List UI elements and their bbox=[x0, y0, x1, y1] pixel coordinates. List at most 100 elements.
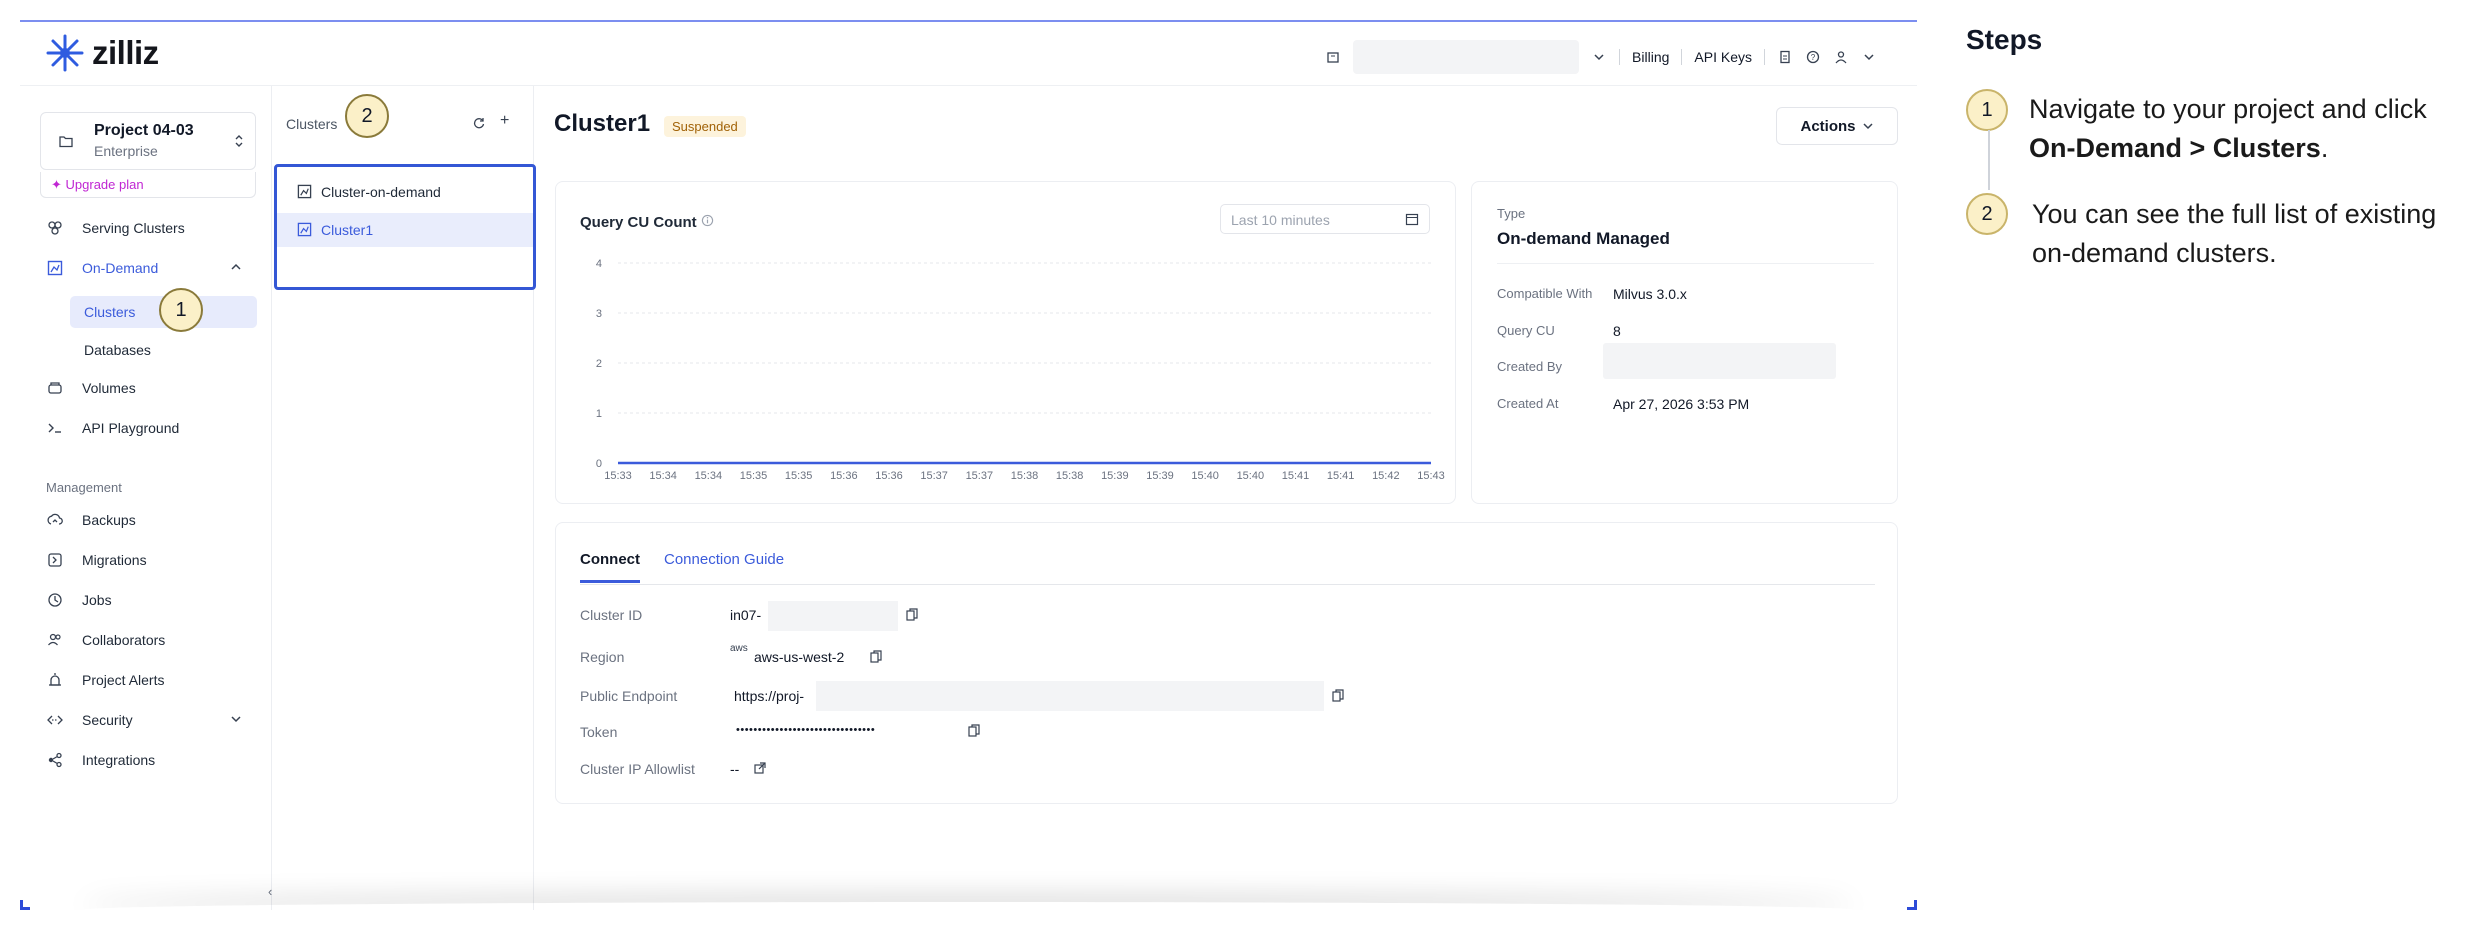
sidebar-item-api-playground[interactable]: API Playground bbox=[20, 412, 272, 444]
security-icon bbox=[47, 712, 63, 728]
x-tick-label: 15:37 bbox=[966, 470, 994, 482]
cluster-id-label: Cluster ID bbox=[580, 607, 643, 623]
created-at-value: Apr 27, 2026 3:53 PM bbox=[1613, 396, 1750, 412]
app-window: zilliz Billing API Keys ? Project 04-03 … bbox=[20, 20, 1917, 910]
steps-panel: Steps 1 Navigate to your project and cli… bbox=[1966, 0, 2467, 936]
sidebar-item-label: Project Alerts bbox=[82, 672, 165, 688]
cluster-item-cluster1[interactable]: Cluster1 bbox=[277, 213, 533, 247]
x-tick-label: 15:35 bbox=[785, 470, 813, 482]
sidebar-subitem-label: Databases bbox=[84, 342, 151, 358]
refresh-icon[interactable] bbox=[472, 116, 486, 135]
time-range-placeholder: Last 10 minutes bbox=[1231, 212, 1330, 228]
sidebar-item-integrations[interactable]: Integrations bbox=[20, 744, 272, 776]
help-icon[interactable]: ? bbox=[1805, 49, 1821, 65]
copy-icon[interactable] bbox=[870, 650, 882, 664]
annotation-badge-2: 2 bbox=[345, 94, 389, 138]
step-number-2: 2 bbox=[1966, 193, 2008, 235]
time-range-picker[interactable]: Last 10 minutes bbox=[1220, 204, 1430, 234]
sidebar-item-volumes[interactable]: Volumes bbox=[20, 372, 272, 404]
cluster-item-label: Cluster-on-demand bbox=[321, 184, 441, 200]
sidebar-item-label: Security bbox=[82, 712, 133, 728]
info-icon[interactable] bbox=[701, 214, 714, 232]
x-tick-label: 15:35 bbox=[740, 470, 768, 482]
sidebar-item-jobs[interactable]: Jobs bbox=[20, 584, 272, 616]
chevron-up-down-icon bbox=[233, 133, 245, 154]
organization-icon bbox=[1325, 49, 1341, 65]
status-badge: Suspended bbox=[664, 116, 746, 137]
query-cu-chart: 0 1 2 3 4 15:33 15:34 15:34 15:35 15:35 15:36 15:36… bbox=[596, 258, 1445, 482]
alert-icon bbox=[47, 672, 63, 688]
y-tick-label: 0 bbox=[596, 458, 602, 470]
x-tick-label: 15:39 bbox=[1146, 470, 1174, 482]
organization-selector[interactable] bbox=[1353, 40, 1580, 74]
sidebar-item-label: Jobs bbox=[82, 592, 112, 608]
sidebar-item-migrations[interactable]: Migrations bbox=[20, 544, 272, 576]
ip-allowlist-value: -- bbox=[730, 761, 740, 777]
zilliz-logo[interactable]: zilliz bbox=[44, 32, 159, 74]
integrations-icon bbox=[47, 752, 63, 768]
user-icon[interactable] bbox=[1833, 49, 1849, 65]
cluster-icon bbox=[297, 184, 312, 202]
step-1-text-bold: On-Demand > Clusters bbox=[2029, 133, 2321, 163]
tab-connect[interactable]: Connect bbox=[580, 551, 640, 583]
terminal-icon bbox=[47, 420, 63, 436]
project-tier: Enterprise bbox=[94, 143, 158, 159]
step-1-text: Navigate to your project and click On-De… bbox=[2029, 90, 2467, 168]
sidebar-subitem-databases[interactable]: Databases bbox=[70, 334, 257, 366]
aws-logo-icon: aws bbox=[730, 643, 748, 654]
endpoint-redacted bbox=[816, 681, 1324, 711]
sidebar-item-collaborators[interactable]: Collaborators bbox=[20, 624, 272, 656]
x-tick-label: 15:37 bbox=[920, 470, 948, 482]
actions-button[interactable]: Actions bbox=[1776, 107, 1898, 145]
chevron-down-icon[interactable] bbox=[1861, 49, 1877, 65]
query-cu-label: Query CU bbox=[1497, 323, 1555, 338]
created-by-label: Created By bbox=[1497, 359, 1563, 374]
sidebar-item-security[interactable]: Security bbox=[20, 704, 272, 736]
actions-label: Actions bbox=[1800, 117, 1856, 135]
document-icon[interactable] bbox=[1777, 49, 1793, 65]
sidebar-item-project-alerts[interactable]: Project Alerts bbox=[20, 664, 272, 696]
chevron-down-icon[interactable] bbox=[1591, 49, 1607, 65]
project-selector[interactable]: Project 04-03 Enterprise bbox=[40, 112, 256, 170]
x-tick-label: 15:41 bbox=[1327, 470, 1355, 482]
sidebar-item-label: Collaborators bbox=[82, 632, 166, 648]
copy-icon[interactable] bbox=[906, 608, 918, 622]
tab-connection-guide[interactable]: Connection Guide bbox=[664, 551, 784, 580]
cluster-id-value: in07- bbox=[730, 607, 762, 623]
step-1-text-before: Navigate to your project and click bbox=[2029, 94, 2427, 124]
step-1-text-after: . bbox=[2320, 133, 2329, 163]
step-number-1: 1 bbox=[1966, 89, 2008, 131]
sidebar-item-label: Integrations bbox=[82, 752, 156, 768]
sidebar-item-serving-clusters[interactable]: Serving Clusters bbox=[20, 212, 272, 244]
collaborators-icon bbox=[47, 632, 63, 648]
chevron-up-icon[interactable] bbox=[230, 260, 242, 276]
upgrade-label: Upgrade plan bbox=[65, 177, 144, 192]
copy-icon[interactable] bbox=[968, 724, 980, 738]
region-label: Region bbox=[580, 649, 625, 665]
ip-allowlist-label: Cluster IP Allowlist bbox=[580, 761, 695, 777]
add-cluster-button[interactable]: + bbox=[500, 112, 509, 130]
x-tick-label: 15:40 bbox=[1237, 470, 1265, 482]
page-title: Cluster1 bbox=[554, 110, 651, 137]
tab-divider bbox=[580, 584, 1875, 585]
cluster-item-cluster-on-demand[interactable]: Cluster-on-demand bbox=[277, 175, 533, 209]
upgrade-plan-link[interactable]: ✦ Upgrade plan bbox=[40, 172, 256, 198]
x-tick-label: 15:33 bbox=[604, 470, 632, 482]
x-tick-label: 15:41 bbox=[1282, 470, 1310, 482]
created-by-value-redacted bbox=[1603, 343, 1836, 379]
sidebar-subitem-label: Clusters bbox=[84, 304, 136, 320]
api-keys-link[interactable]: API Keys bbox=[1694, 49, 1752, 65]
svg-text:?: ? bbox=[1811, 53, 1816, 62]
folder-icon bbox=[58, 133, 74, 154]
sidebar: Project 04-03 Enterprise ✦ Upgrade plan … bbox=[20, 86, 272, 910]
sidebar-item-backups[interactable]: Backups bbox=[20, 504, 272, 536]
copy-icon[interactable] bbox=[1332, 689, 1344, 703]
external-link-icon[interactable] bbox=[754, 761, 766, 775]
billing-link[interactable]: Billing bbox=[1632, 49, 1669, 65]
chevron-down-icon[interactable] bbox=[230, 712, 242, 728]
sidebar-item-on-demand[interactable]: On-Demand bbox=[20, 252, 272, 284]
y-tick-label: 4 bbox=[596, 258, 602, 270]
migration-icon bbox=[47, 552, 63, 568]
x-tick-label: 15:38 bbox=[1056, 470, 1084, 482]
project-name: Project 04-03 bbox=[94, 122, 194, 139]
